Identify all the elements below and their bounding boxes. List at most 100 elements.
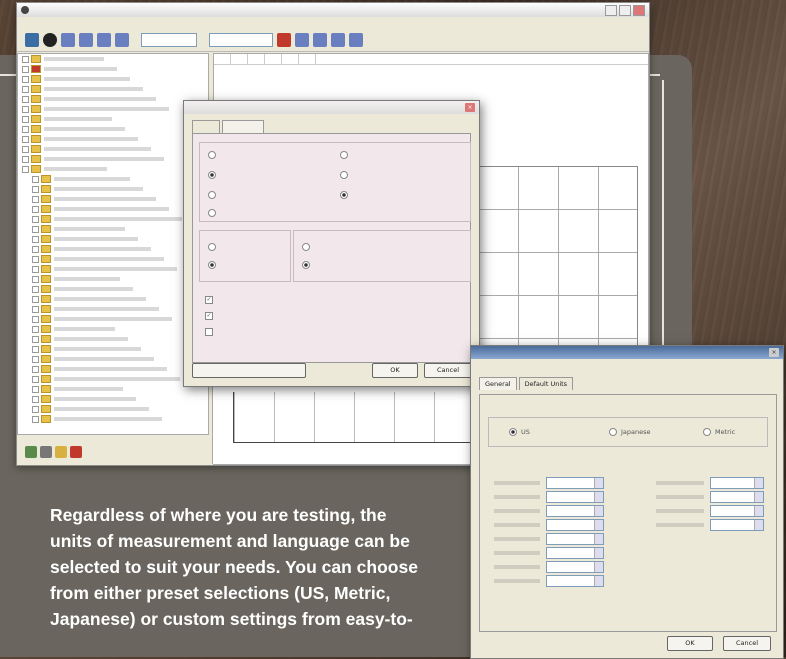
language-option[interactable]	[208, 209, 216, 217]
tree-item[interactable]	[18, 184, 208, 194]
expand-icon[interactable]	[22, 165, 29, 173]
tree-item[interactable]	[18, 304, 208, 314]
tree-item[interactable]	[18, 174, 208, 184]
folder-icon[interactable]	[55, 446, 67, 458]
tree-item[interactable]	[18, 254, 208, 264]
expand-icon[interactable]	[22, 95, 29, 103]
option-checkbox[interactable]: ✓	[205, 312, 213, 320]
expand-icon[interactable]	[32, 245, 39, 253]
language-option[interactable]	[208, 151, 216, 159]
expand-icon[interactable]	[22, 115, 29, 123]
tree-item[interactable]	[18, 364, 208, 374]
tree-item[interactable]	[18, 154, 208, 164]
unit-select[interactable]	[710, 505, 764, 517]
language-option[interactable]	[208, 191, 216, 199]
expand-icon[interactable]	[32, 295, 39, 303]
column-header[interactable]	[265, 54, 282, 64]
tree-item[interactable]	[18, 144, 208, 154]
column-header[interactable]	[214, 54, 231, 64]
close-icon[interactable]: ×	[465, 103, 475, 112]
language-option[interactable]	[340, 191, 348, 199]
expand-icon[interactable]	[32, 365, 39, 373]
tab-default-units[interactable]	[222, 120, 264, 133]
unit-select[interactable]	[710, 519, 764, 531]
tree-item[interactable]	[18, 314, 208, 324]
tree-item[interactable]	[18, 274, 208, 284]
expand-icon[interactable]	[32, 335, 39, 343]
tree-item[interactable]	[18, 324, 208, 334]
language-option[interactable]	[340, 151, 348, 159]
tree-item[interactable]	[18, 224, 208, 234]
save-option[interactable]	[302, 261, 310, 269]
column-header[interactable]	[282, 54, 299, 64]
chart-icon-4[interactable]	[115, 33, 129, 47]
unit-select[interactable]	[546, 547, 604, 559]
unit-select[interactable]	[546, 505, 604, 517]
tree-item[interactable]	[18, 264, 208, 274]
language-option[interactable]	[208, 171, 216, 179]
table-icon-2[interactable]	[313, 33, 327, 47]
tree-item[interactable]	[18, 404, 208, 414]
expand-icon[interactable]	[32, 265, 39, 273]
unit-select[interactable]	[546, 533, 604, 545]
preset-metric[interactable]: Metric	[703, 428, 735, 436]
option-checkbox[interactable]: ✓	[205, 296, 213, 304]
tree-item[interactable]	[18, 54, 208, 64]
expand-icon[interactable]	[32, 325, 39, 333]
tree-item[interactable]	[18, 204, 208, 214]
expand-icon[interactable]	[32, 355, 39, 363]
chart-icon-3[interactable]	[97, 33, 111, 47]
expand-icon[interactable]	[32, 375, 39, 383]
expand-icon[interactable]	[22, 145, 29, 153]
expand-icon[interactable]	[32, 285, 39, 293]
expand-icon[interactable]	[32, 195, 39, 203]
tree-item[interactable]	[18, 124, 208, 134]
column-header[interactable]	[248, 54, 265, 64]
expand-icon[interactable]	[32, 405, 39, 413]
expand-icon[interactable]	[22, 135, 29, 143]
table-icon-3[interactable]	[331, 33, 345, 47]
expand-icon[interactable]	[22, 65, 29, 73]
close-button[interactable]	[633, 4, 645, 16]
minimize-button[interactable]	[605, 4, 617, 16]
tree-item[interactable]	[18, 334, 208, 344]
preset-us[interactable]: US	[509, 428, 530, 436]
tree-item[interactable]	[18, 394, 208, 404]
column-header[interactable]	[231, 54, 248, 64]
expand-icon[interactable]	[22, 125, 29, 133]
tree-item[interactable]	[18, 134, 208, 144]
unit-select[interactable]	[546, 477, 604, 489]
expand-icon[interactable]	[32, 185, 39, 193]
settings-icon[interactable]	[349, 33, 363, 47]
ok-button[interactable]: OK	[372, 363, 418, 378]
tree-item[interactable]	[18, 244, 208, 254]
cancel-button[interactable]: Cancel	[424, 363, 472, 378]
size-option[interactable]	[208, 243, 216, 251]
expand-icon[interactable]	[32, 305, 39, 313]
size-option[interactable]	[208, 261, 216, 269]
maximize-button[interactable]	[619, 4, 631, 16]
expand-icon[interactable]	[32, 345, 39, 353]
chart-icon-2[interactable]	[79, 33, 93, 47]
status-icon[interactable]	[25, 446, 37, 458]
expand-icon[interactable]	[22, 105, 29, 113]
expand-icon[interactable]	[32, 415, 39, 423]
tab-general[interactable]	[192, 120, 220, 133]
expand-icon[interactable]	[32, 315, 39, 323]
tree-item[interactable]	[18, 344, 208, 354]
option-checkbox[interactable]	[205, 328, 213, 336]
expand-icon[interactable]	[32, 225, 39, 233]
expand-icon[interactable]	[32, 215, 39, 223]
expand-icon[interactable]	[32, 275, 39, 283]
open-icon[interactable]	[25, 33, 39, 47]
unit-select[interactable]	[546, 561, 604, 573]
expand-icon[interactable]	[32, 205, 39, 213]
tab-general[interactable]: General	[479, 377, 517, 390]
expand-icon[interactable]	[32, 175, 39, 183]
expand-icon[interactable]	[32, 395, 39, 403]
delete-icon[interactable]	[70, 446, 82, 458]
expand-icon[interactable]	[22, 55, 29, 63]
expand-icon[interactable]	[32, 255, 39, 263]
language-option[interactable]	[340, 171, 348, 179]
tree-item[interactable]	[18, 94, 208, 104]
